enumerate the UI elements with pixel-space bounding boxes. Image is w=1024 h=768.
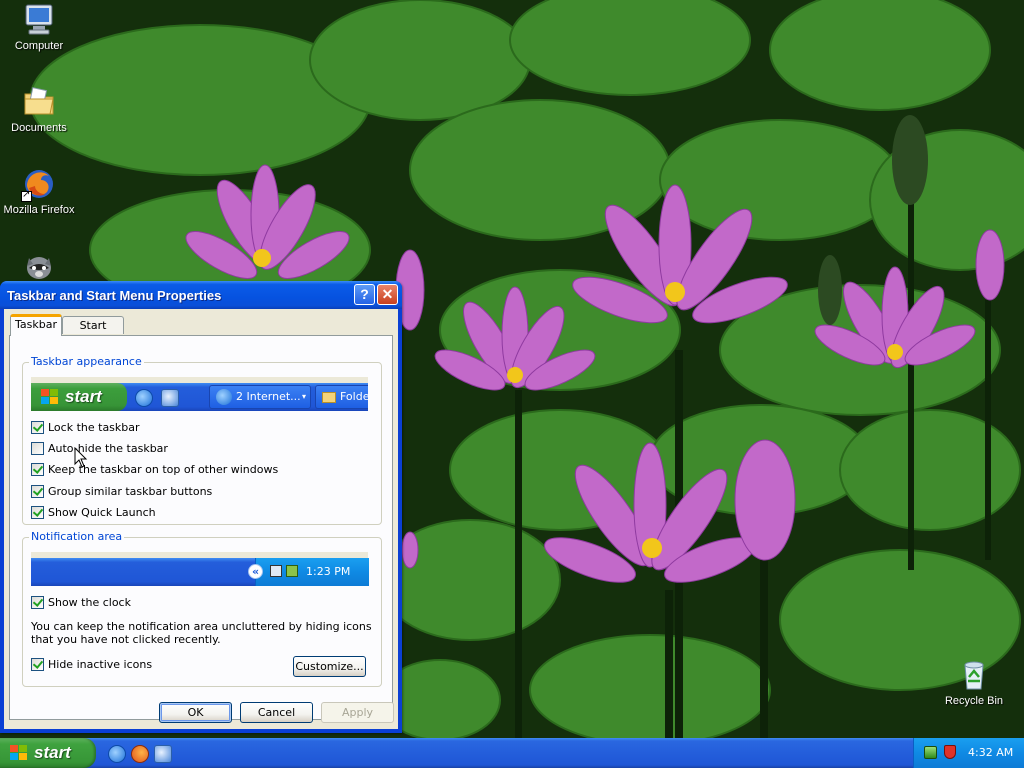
checkbox-keep-on-top[interactable]: Keep the taskbar on top of other windows bbox=[31, 461, 278, 477]
preview-clock: 1:23 PM bbox=[306, 565, 351, 578]
raccoon-icon bbox=[21, 248, 57, 284]
network-icon[interactable] bbox=[924, 746, 937, 759]
checkbox-show-quick-launch[interactable]: Show Quick Launch bbox=[31, 504, 156, 520]
checkbox-checked[interactable] bbox=[31, 657, 44, 671]
customize-button[interactable]: Customize... bbox=[293, 656, 366, 677]
group-legend: Notification area bbox=[29, 530, 125, 543]
desktop-icon-documents[interactable]: Documents bbox=[0, 84, 81, 135]
checkbox-label: Auto-hide the taskbar bbox=[48, 441, 168, 455]
recycle-bin-icon bbox=[956, 657, 992, 693]
windows-taskbar: start 4:32 AM bbox=[0, 738, 1024, 768]
preview-system-tray: « 1:23 PM bbox=[248, 558, 369, 586]
windows-logo-icon bbox=[41, 389, 59, 405]
desktop-icon-label: Computer bbox=[14, 40, 64, 52]
taskbar-clock[interactable]: 4:32 AM bbox=[968, 738, 1013, 768]
taskbar-preview: start 2 Internet... ▾ Folde bbox=[31, 377, 368, 411]
checkbox-checked[interactable] bbox=[31, 595, 44, 609]
desktop-icon-label: Mozilla Firefox bbox=[3, 204, 75, 216]
preview-taskbar-bar: start 2 Internet... ▾ Folde bbox=[31, 383, 368, 411]
window-titlebar[interactable]: Taskbar and Start Menu Properties ? ✕ bbox=[0, 281, 402, 309]
tab-start-menu[interactable]: Start Menu bbox=[62, 316, 124, 349]
network-icon bbox=[270, 565, 282, 577]
preview-taskbar-button-internet: 2 Internet... ▾ bbox=[209, 385, 311, 409]
tab-taskbar[interactable]: Taskbar bbox=[10, 314, 62, 336]
checkbox-show-clock[interactable]: Show the clock bbox=[31, 594, 131, 610]
checkbox-checked[interactable] bbox=[31, 505, 44, 519]
ok-button[interactable]: OK bbox=[159, 702, 232, 723]
group-legend: Taskbar appearance bbox=[29, 355, 144, 368]
start-button[interactable]: start bbox=[0, 738, 96, 768]
tab-panel: Taskbar appearance start 2 Internet... ▾… bbox=[9, 335, 393, 720]
start-label: start bbox=[34, 743, 71, 762]
checkbox-label: Show Quick Launch bbox=[48, 505, 156, 519]
documents-folder-icon bbox=[21, 84, 57, 120]
checkbox-hide-inactive[interactable]: Hide inactive icons bbox=[31, 656, 152, 672]
checkbox-label: Lock the taskbar bbox=[48, 420, 140, 434]
checkbox-label: Hide inactive icons bbox=[48, 657, 153, 671]
checkbox-label: Group similar taskbar buttons bbox=[48, 484, 213, 498]
windows-logo-icon bbox=[10, 745, 28, 761]
preview-start-button: start bbox=[31, 383, 127, 411]
mouse-pointer-icon bbox=[74, 447, 88, 468]
dropdown-arrow-icon: ▾ bbox=[301, 392, 306, 401]
desktop-icon-label: Documents bbox=[11, 122, 67, 134]
preview-taskbar-bar: « 1:23 PM bbox=[31, 558, 369, 586]
shortcut-arrow-icon bbox=[21, 189, 32, 202]
volume-icon bbox=[286, 565, 298, 577]
cancel-button[interactable]: Cancel bbox=[240, 702, 313, 723]
taskbar-appearance-group: Taskbar appearance start 2 Internet... ▾… bbox=[22, 355, 382, 525]
desktop-icon-firefox[interactable]: Mozilla Firefox bbox=[0, 166, 81, 217]
computer-icon bbox=[21, 2, 57, 38]
security-shield-icon[interactable] bbox=[944, 745, 956, 759]
taskbar-properties-window: Taskbar and Start Menu Properties ? ✕ Ta… bbox=[0, 281, 402, 733]
checkbox-checked[interactable] bbox=[31, 484, 44, 498]
window-title: Taskbar and Start Menu Properties bbox=[7, 288, 222, 303]
show-hidden-icons-chevron-icon: « bbox=[248, 564, 263, 579]
folder-icon bbox=[322, 392, 336, 403]
notification-area-group: Notification area « 1:23 PM Show the clo… bbox=[22, 530, 382, 687]
desktop-icon-label: Recycle Bin bbox=[944, 695, 1004, 707]
preview-button-label: Folde bbox=[340, 390, 368, 403]
checkbox-checked[interactable] bbox=[31, 420, 44, 434]
firefox-icon bbox=[21, 166, 57, 202]
checkbox-lock-taskbar[interactable]: Lock the taskbar bbox=[31, 419, 140, 435]
checkbox-checked[interactable] bbox=[31, 462, 44, 476]
desktop-icon-computer[interactable]: Computer bbox=[0, 2, 81, 53]
desktop-icon-recycle-bin[interactable]: Recycle Bin bbox=[932, 657, 1016, 708]
help-button[interactable]: ? bbox=[354, 284, 375, 305]
preview-taskbar-button-folder: Folde bbox=[315, 385, 368, 409]
apply-button[interactable]: Apply bbox=[321, 702, 394, 723]
checkbox-group-buttons[interactable]: Group similar taskbar buttons bbox=[31, 483, 212, 499]
internet-explorer-icon[interactable] bbox=[108, 745, 126, 763]
system-tray: 4:32 AM bbox=[913, 738, 1024, 768]
internet-explorer-icon bbox=[216, 389, 232, 405]
dialog-body: Taskbar Start Menu Taskbar appearance st… bbox=[4, 309, 398, 729]
firefox-icon[interactable] bbox=[131, 745, 149, 763]
close-button[interactable]: ✕ bbox=[377, 284, 398, 305]
notification-description: You can keep the notification area unclu… bbox=[31, 620, 372, 646]
internet-explorer-icon bbox=[135, 389, 153, 407]
windows-media-icon[interactable] bbox=[154, 745, 172, 763]
checkbox-auto-hide[interactable]: Auto-hide the taskbar bbox=[31, 440, 168, 456]
windows-media-icon bbox=[161, 389, 179, 407]
checkbox-unchecked[interactable] bbox=[31, 441, 44, 455]
preview-start-label: start bbox=[65, 387, 102, 406]
notification-area-preview: « 1:23 PM bbox=[31, 552, 369, 586]
checkbox-label: Show the clock bbox=[48, 595, 131, 609]
